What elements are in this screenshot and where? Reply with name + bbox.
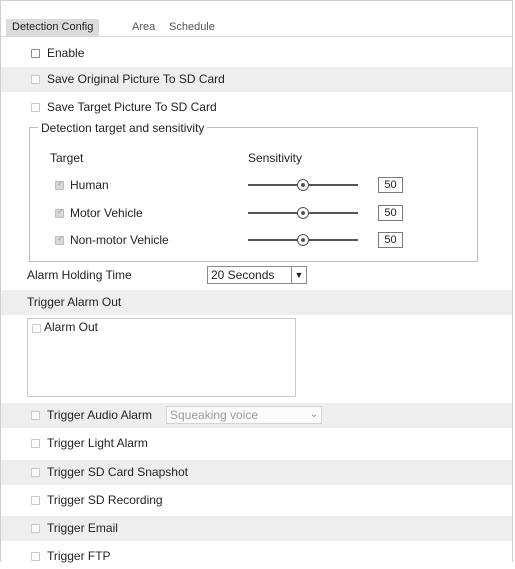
human-checkbox[interactable] (55, 179, 64, 190)
motor-vehicle-sensitivity-value[interactable]: 50 (378, 205, 403, 221)
trigger-email-row: Trigger Email (1, 516, 512, 541)
enable-label: Enable (47, 46, 85, 60)
alarm-out-label: Alarm Out (44, 320, 99, 334)
human-label: Human (70, 178, 109, 192)
save-original-checkbox[interactable] (31, 75, 40, 84)
trigger-audio-label: Trigger Audio Alarm (47, 408, 152, 422)
alarm-out-list: Alarm Out (27, 318, 296, 397)
save-target-checkbox[interactable] (31, 103, 40, 112)
motor-vehicle-label: Motor Vehicle (70, 206, 143, 220)
motor-vehicle-checkbox[interactable] (55, 207, 64, 218)
trigger-snapshot-row: Trigger SD Card Snapshot (1, 460, 512, 485)
non-motor-vehicle-checkbox[interactable] (55, 234, 64, 245)
trigger-ftp-label: Trigger FTP (47, 549, 111, 563)
alarm-out-checkbox[interactable] (32, 324, 41, 333)
trigger-alarm-out-row: Trigger Alarm Out (1, 290, 512, 315)
trigger-email-checkbox[interactable] (31, 524, 40, 533)
motor-vehicle-slider-handle[interactable] (297, 207, 309, 219)
trigger-light-row: Trigger Light Alarm (1, 431, 512, 456)
alarm-holding-label: Alarm Holding Time (27, 268, 132, 282)
save-target-row: Save Target Picture To SD Card (1, 95, 512, 120)
tab-bar: Detection Config Area Schedule (1, 1, 512, 37)
trigger-recording-row: Trigger SD Recording (1, 488, 512, 513)
trigger-recording-checkbox[interactable] (31, 496, 40, 505)
alarm-holding-value: 20 Seconds (211, 268, 275, 282)
trigger-ftp-row: Trigger FTP (1, 544, 512, 569)
alarm-holding-select[interactable]: 20 Seconds ▼ (207, 266, 307, 284)
enable-checkbox[interactable] (31, 49, 40, 58)
non-motor-vehicle-sensitivity-value[interactable]: 50 (378, 232, 403, 248)
trigger-snapshot-checkbox[interactable] (31, 468, 40, 477)
save-target-label: Save Target Picture To SD Card (47, 100, 217, 114)
trigger-recording-label: Trigger SD Recording (47, 493, 163, 507)
trigger-light-checkbox[interactable] (31, 439, 40, 448)
save-original-label: Save Original Picture To SD Card (47, 72, 225, 86)
trigger-email-label: Trigger Email (47, 521, 118, 535)
target-column-header: Target (50, 151, 84, 165)
trigger-ftp-checkbox[interactable] (31, 552, 40, 561)
save-original-row: Save Original Picture To SD Card (1, 67, 512, 92)
trigger-light-label: Trigger Light Alarm (47, 436, 148, 450)
chevron-down-icon: ⌄ (309, 409, 319, 420)
detection-legend: Detection target and sensitivity (38, 121, 208, 135)
tab-area[interactable]: Area (132, 19, 155, 36)
chevron-down-icon: ▼ (291, 267, 306, 283)
trigger-audio-checkbox[interactable] (31, 411, 40, 420)
non-motor-vehicle-label: Non-motor Vehicle (70, 233, 169, 247)
non-motor-vehicle-slider-handle[interactable] (297, 234, 309, 246)
trigger-audio-row: Trigger Audio Alarm Squeaking voice ⌄ (1, 403, 512, 428)
trigger-snapshot-label: Trigger SD Card Snapshot (47, 465, 188, 479)
enable-row: Enable (1, 41, 512, 66)
tab-detection-config[interactable]: Detection Config (6, 19, 100, 36)
human-sensitivity-value[interactable]: 50 (378, 177, 403, 193)
audio-alarm-select[interactable]: Squeaking voice ⌄ (166, 406, 322, 424)
audio-alarm-value: Squeaking voice (170, 408, 259, 422)
human-slider-handle[interactable] (297, 179, 309, 191)
trigger-alarm-out-label: Trigger Alarm Out (27, 295, 122, 309)
sensitivity-column-header: Sensitivity (248, 151, 303, 165)
tab-schedule[interactable]: Schedule (169, 19, 215, 36)
